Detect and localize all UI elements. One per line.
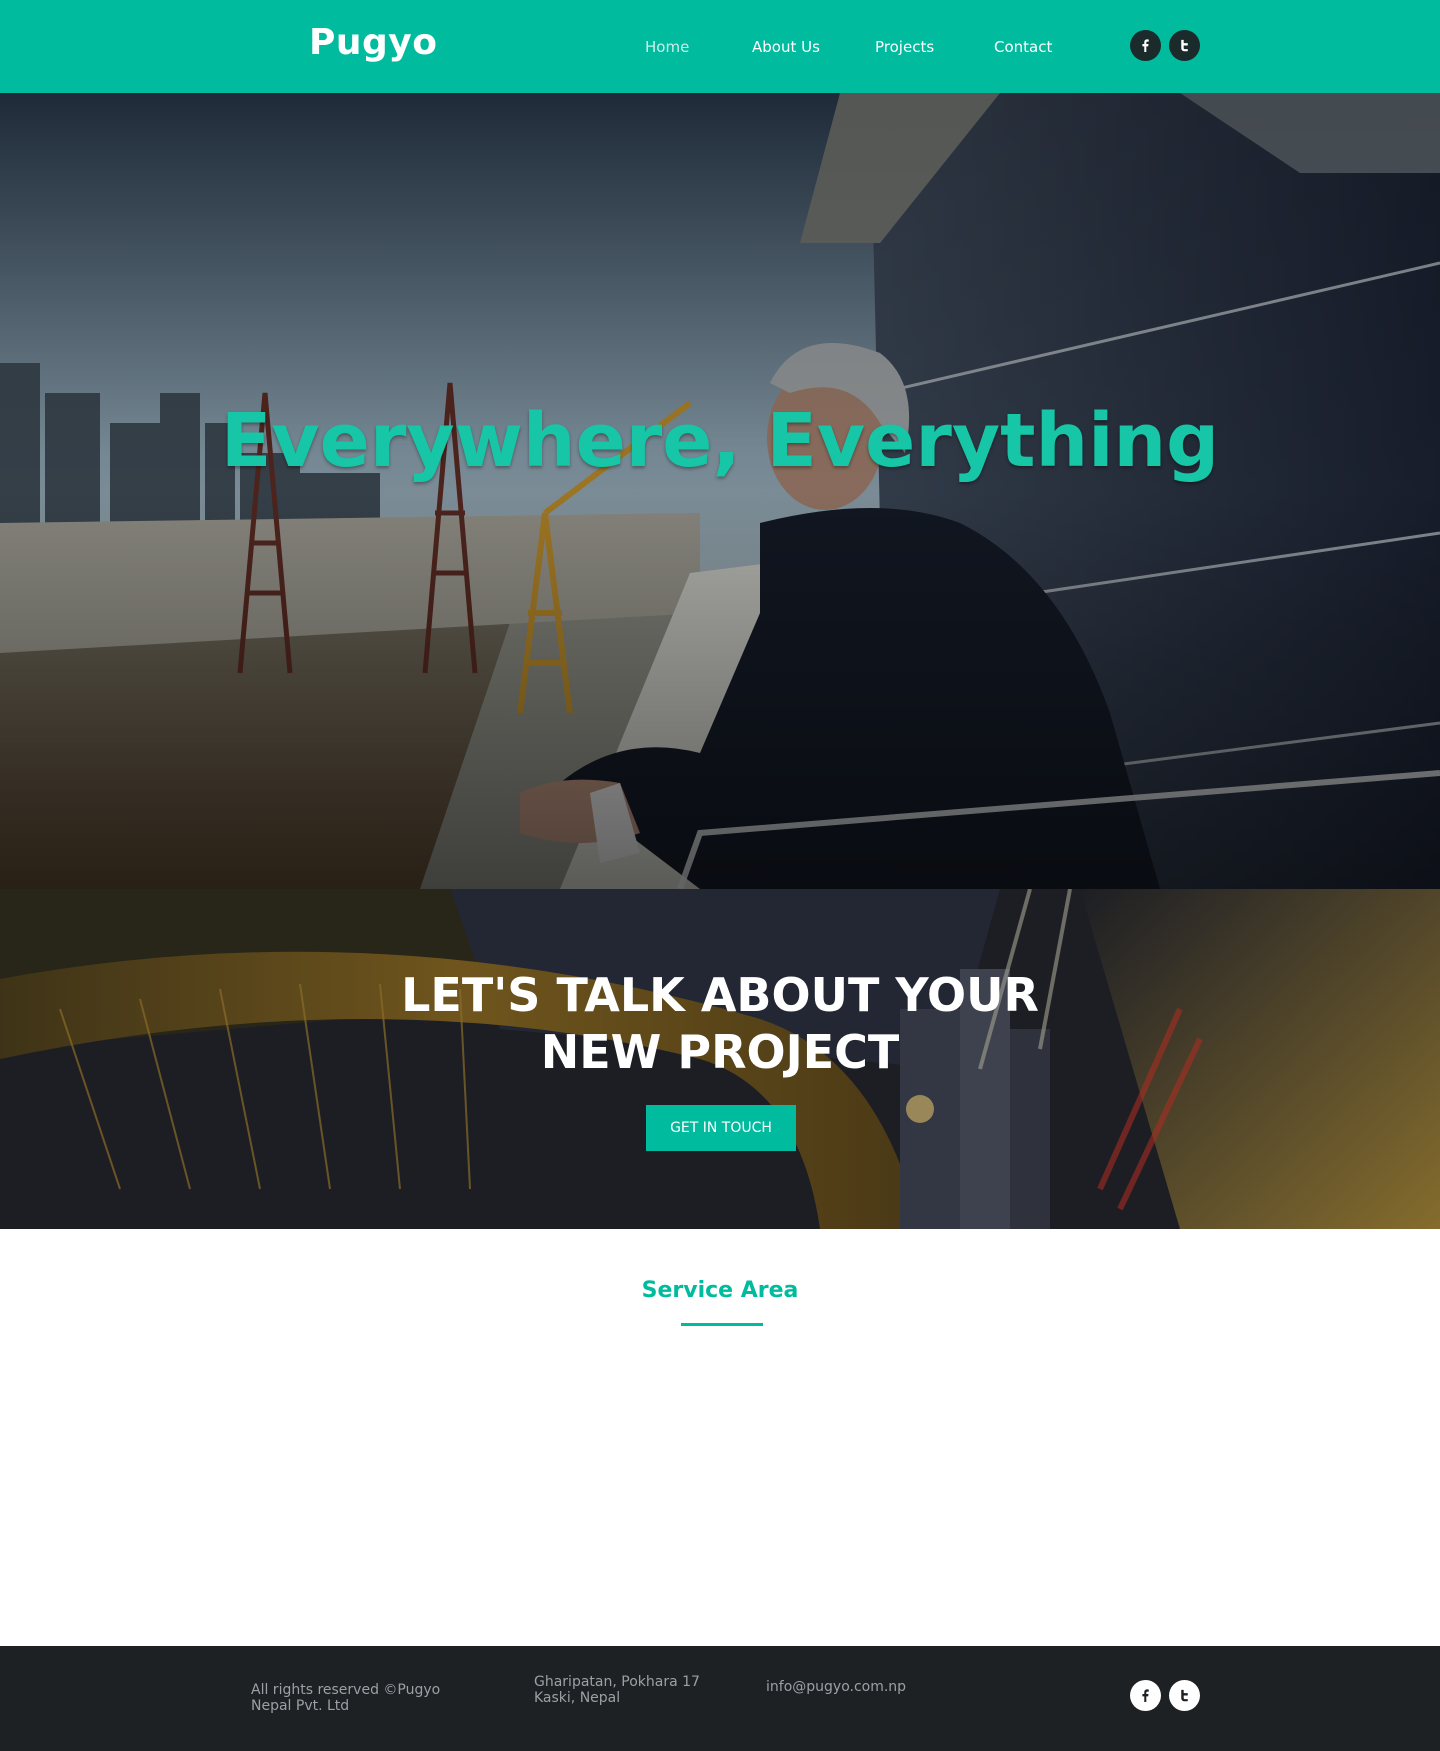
nav-item-home[interactable]: Home [645,38,689,56]
header-twitter-button[interactable] [1169,30,1200,61]
header-facebook-button[interactable] [1130,30,1161,61]
site-header: Pugyo Home About Us Projects Contact [0,0,1440,93]
footer-address-line-2: Kaski, Nepal [534,1690,621,1706]
hero-section: Everywhere, Everything [0,93,1440,889]
nav-item-contact[interactable]: Contact [994,38,1052,56]
facebook-icon [1142,39,1149,52]
get-in-touch-button[interactable]: GET IN TOUCH [646,1105,796,1151]
footer-facebook-button[interactable] [1130,1680,1161,1711]
footer-address-line-1: Gharipatan, Pokhara 17 [534,1674,700,1690]
footer-address: Gharipatan, Pokhara 17 Kaski, Nepal [534,1674,700,1706]
footer-copyright: All rights reserved ©Pugyo Nepal Pvt. Lt… [251,1682,440,1714]
service-area-underline [681,1323,763,1326]
footer-twitter-button[interactable] [1169,1680,1200,1711]
nav-item-projects[interactable]: Projects [875,38,934,56]
cta-title: LET'S TALK ABOUT YOUR NEW PROJECT [0,967,1440,1081]
footer-copyright-line-1: All rights reserved ©Pugyo [251,1682,441,1698]
cta-title-line-2: NEW PROJECT [540,1025,900,1079]
nav-item-about-us[interactable]: About Us [752,38,820,56]
twitter-icon [1181,39,1188,52]
cta-title-line-1: LET'S TALK ABOUT YOUR [401,968,1039,1022]
site-logo[interactable]: Pugyo [309,22,437,63]
hero-title: Everywhere, Everything [220,398,1220,484]
facebook-icon [1142,1689,1149,1702]
cta-section: LET'S TALK ABOUT YOUR NEW PROJECT GET IN… [0,889,1440,1229]
site-footer: All rights reserved ©Pugyo Nepal Pvt. Lt… [0,1646,1440,1751]
footer-copyright-line-2: Nepal Pvt. Ltd [251,1698,350,1714]
service-area-heading: Service Area [641,1278,799,1303]
footer-email[interactable]: info@pugyo.com.np [766,1679,906,1695]
hero-background-image [0,93,1440,889]
twitter-icon [1181,1689,1188,1702]
